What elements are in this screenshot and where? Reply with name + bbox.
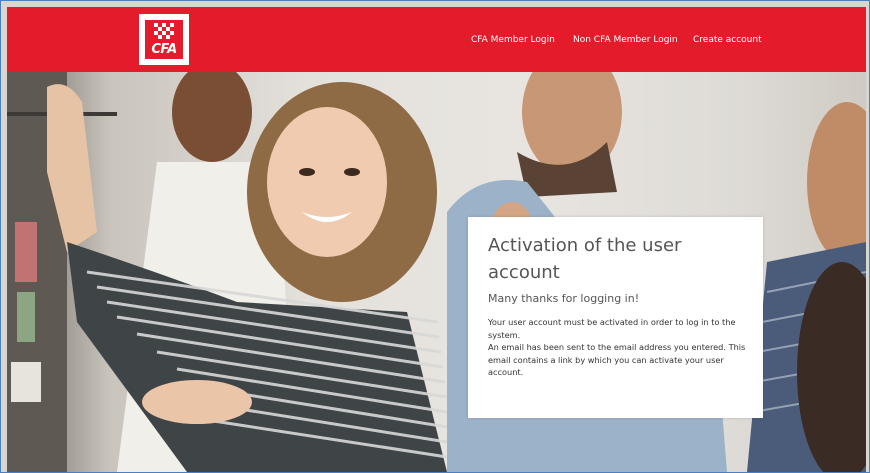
activation-message: Your user account must be activated in o…: [488, 316, 747, 379]
activation-card: Activation of the user account Many than…: [468, 217, 763, 418]
activation-subtitle: Many thanks for logging in!: [488, 292, 640, 305]
nav-cfa-member-login[interactable]: CFA Member Login: [471, 35, 555, 45]
cfa-logo[interactable]: CFA: [139, 14, 189, 65]
nav-create-account[interactable]: Create account: [693, 35, 762, 45]
activation-paragraph: An email has been sent to the email addr…: [488, 342, 746, 378]
nav-non-cfa-member-login[interactable]: Non CFA Member Login: [573, 35, 678, 45]
activation-title: Activation of the user account: [488, 235, 682, 283]
hero-background: Activation of the user account Many than…: [7, 72, 866, 472]
site-header: CFA CFA Member Login Non CFA Member Logi…: [7, 7, 866, 72]
cfa-logo-badge: CFA: [144, 19, 184, 60]
logo-text: CFA: [151, 42, 177, 57]
browser-frame: CFA CFA Member Login Non CFA Member Logi…: [0, 0, 870, 473]
checker-flag-icon: [154, 23, 174, 39]
activation-paragraph: Your user account must be activated in o…: [488, 317, 736, 340]
